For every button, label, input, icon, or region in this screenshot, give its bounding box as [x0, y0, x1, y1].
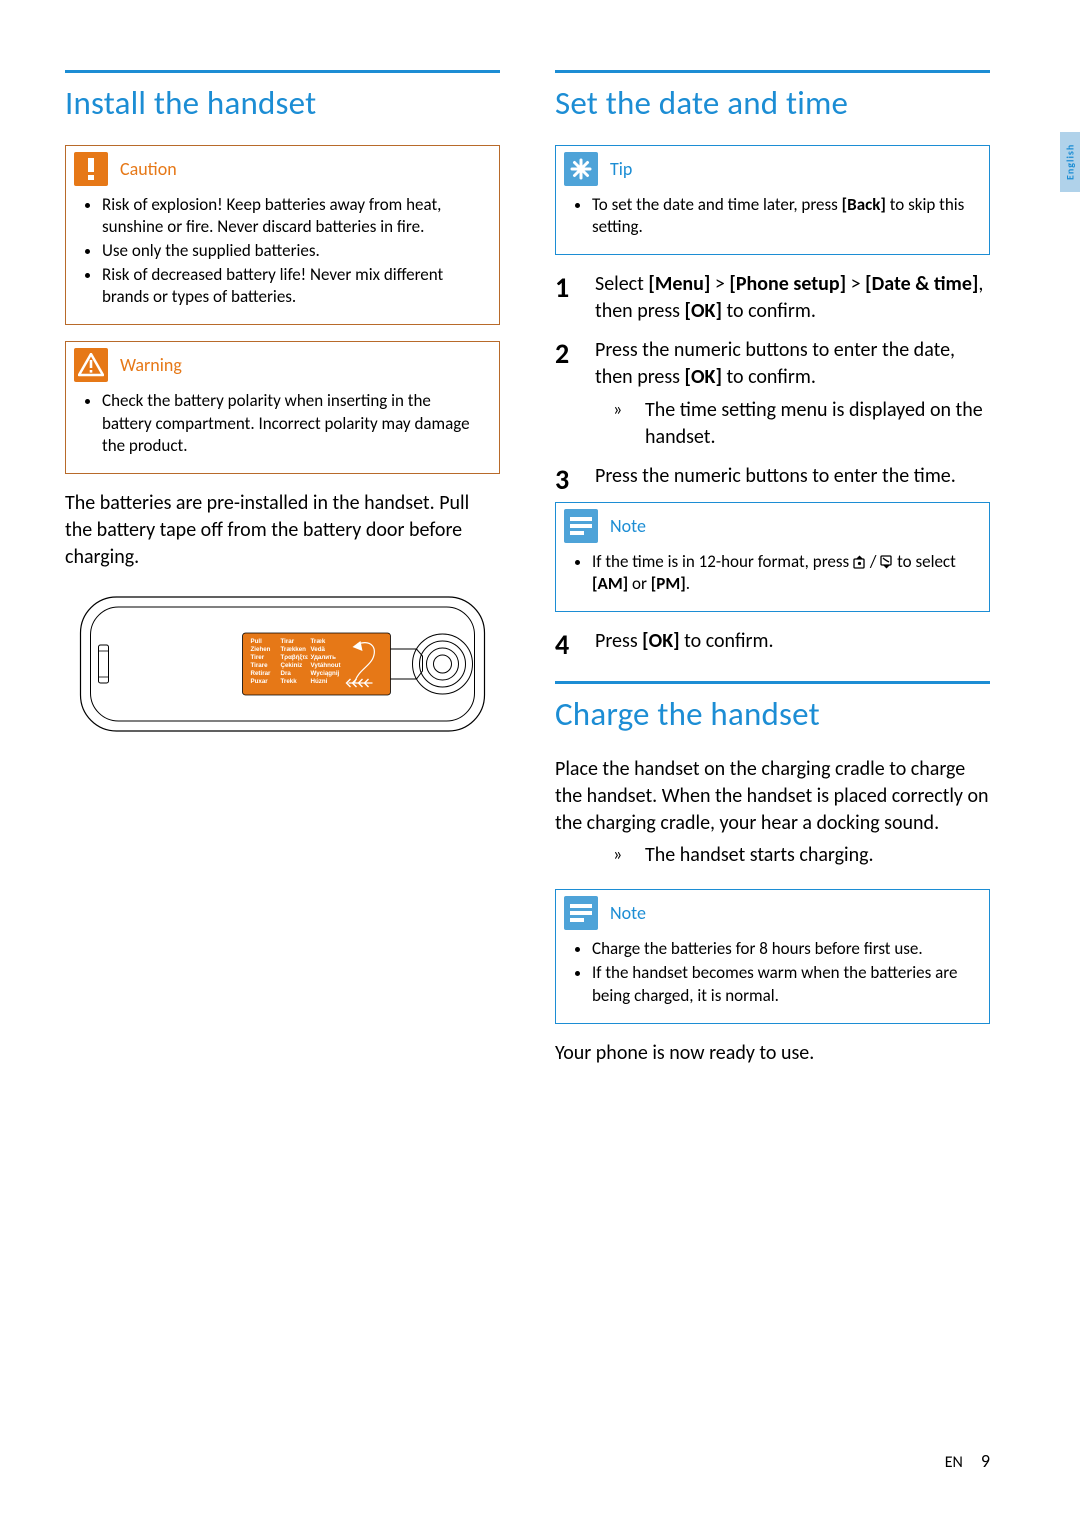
manual-page: Install the handset Caution Risk of expl… — [0, 0, 1080, 1527]
svg-text:Vytáhnout: Vytáhnout — [311, 662, 341, 669]
svg-text:Træk: Træk — [311, 638, 326, 645]
svg-text:Pull: Pull — [251, 638, 263, 645]
svg-text:Trækken: Trækken — [281, 646, 307, 653]
step-4: Press [OK] to confirm. — [555, 628, 990, 655]
battery-illustration: Pull Ziehen Tirer Tirare Retirar Puxar T… — [65, 589, 500, 744]
warning-title: Warning — [120, 354, 182, 376]
note-item: If the handset becomes warm when the bat… — [592, 962, 971, 1006]
svg-text:Vedä: Vedä — [311, 646, 326, 653]
note-title: Note — [610, 902, 646, 924]
caution-title: Caution — [120, 158, 177, 180]
note-head: Note — [556, 503, 989, 547]
phonebook-up-icon — [853, 555, 866, 569]
svg-text:Wyciągnij: Wyciągnij — [311, 670, 340, 677]
svg-text:Húzni: Húzni — [311, 678, 328, 685]
svg-text:Çekiniz: Çekiniz — [281, 662, 303, 669]
tip-body: To set the date and time later, press [B… — [556, 190, 989, 254]
caution-box: Caution Risk of explosion! Keep batterie… — [65, 145, 500, 325]
footer-page-number: 9 — [981, 1450, 990, 1472]
note-box-charge: Note Charge the batteries for 8 hours be… — [555, 889, 990, 1023]
result-arrow-icon: » — [613, 843, 645, 867]
note-title: Note — [610, 515, 646, 537]
heading-date: Set the date and time — [555, 83, 990, 123]
tip-box: Tip To set the date and time later, pres… — [555, 145, 990, 255]
note-item: Charge the batteries for 8 hours before … — [592, 938, 971, 960]
section-rule — [555, 70, 990, 73]
footer-lang: EN — [945, 1453, 963, 1472]
left-column: Install the handset Caution Risk of expl… — [65, 70, 500, 1467]
note-head: Note — [556, 890, 989, 934]
tip-item: To set the date and time later, press [B… — [592, 194, 971, 238]
caution-item: Risk of explosion! Keep batteries away f… — [102, 194, 481, 238]
svg-text:Dra: Dra — [281, 670, 292, 677]
charge-body-text: Place the handset on the charging cradle… — [555, 756, 990, 837]
right-column: Set the date and time Tip — [555, 70, 990, 1467]
warning-head: Warning — [66, 342, 499, 386]
svg-text:Puxar: Puxar — [251, 678, 269, 685]
language-tab: English — [1060, 132, 1080, 192]
warning-box: Warning Check the battery polarity when … — [65, 341, 500, 473]
install-body-text: The batteries are pre-installed in the h… — [65, 490, 500, 571]
note-body: If the time is in 12-hour format, press … — [556, 547, 989, 611]
step-1: Select [Menu] > [Phone setup] > [Date & … — [555, 271, 990, 325]
redial-down-icon — [880, 555, 893, 569]
svg-text:Retirar: Retirar — [251, 670, 272, 677]
tip-head: Tip — [556, 146, 989, 190]
section-rule — [65, 70, 500, 73]
warning-triangle-icon — [74, 348, 108, 382]
tip-title: Tip — [610, 158, 632, 180]
charge-result: » The handset starts charging. — [555, 843, 990, 867]
step-2-result: » The time setting menu is displayed on … — [595, 397, 990, 451]
svg-text:Trekk: Trekk — [281, 678, 298, 685]
caution-head: Caution — [66, 146, 499, 190]
note-box-12h: Note If the time is in 12-hour format, p… — [555, 502, 990, 612]
caution-item: Risk of decreased battery life! Never mi… — [102, 264, 481, 308]
svg-text:Tirer: Tirer — [251, 654, 265, 661]
note-lines-icon — [564, 509, 598, 543]
svg-text:Τραβήξτε: Τραβήξτε — [281, 654, 308, 661]
date-steps: Select [Menu] > [Phone setup] > [Date & … — [555, 271, 990, 490]
heading-install: Install the handset — [65, 83, 500, 123]
svg-text:Tirare: Tirare — [251, 662, 269, 669]
step-2: Press the numeric buttons to enter the d… — [555, 337, 990, 451]
ready-text: Your phone is now ready to use. — [555, 1040, 990, 1067]
caution-item: Use only the supplied batteries. — [102, 240, 481, 262]
date-steps-continued: Press [OK] to confirm. — [555, 628, 990, 655]
note-lines-icon — [564, 896, 598, 930]
result-arrow-icon: » — [613, 397, 645, 451]
warning-item: Check the battery polarity when insertin… — [102, 390, 481, 456]
page-footer: EN 9 — [945, 1450, 990, 1472]
section-rule — [555, 681, 990, 684]
svg-text:Ziehen: Ziehen — [251, 646, 271, 653]
caution-body: Risk of explosion! Keep batteries away f… — [66, 190, 499, 324]
step-3: Press the numeric buttons to enter the t… — [555, 463, 990, 490]
note-body: Charge the batteries for 8 hours before … — [556, 934, 989, 1022]
caution-icon — [74, 152, 108, 186]
svg-text:Tirar: Tirar — [281, 638, 295, 645]
svg-text:Удалить: Удалить — [311, 654, 337, 661]
tip-asterisk-icon — [564, 152, 598, 186]
heading-charge: Charge the handset — [555, 694, 990, 734]
note-item: If the time is in 12-hour format, press … — [592, 551, 971, 595]
warning-body: Check the battery polarity when insertin… — [66, 386, 499, 472]
